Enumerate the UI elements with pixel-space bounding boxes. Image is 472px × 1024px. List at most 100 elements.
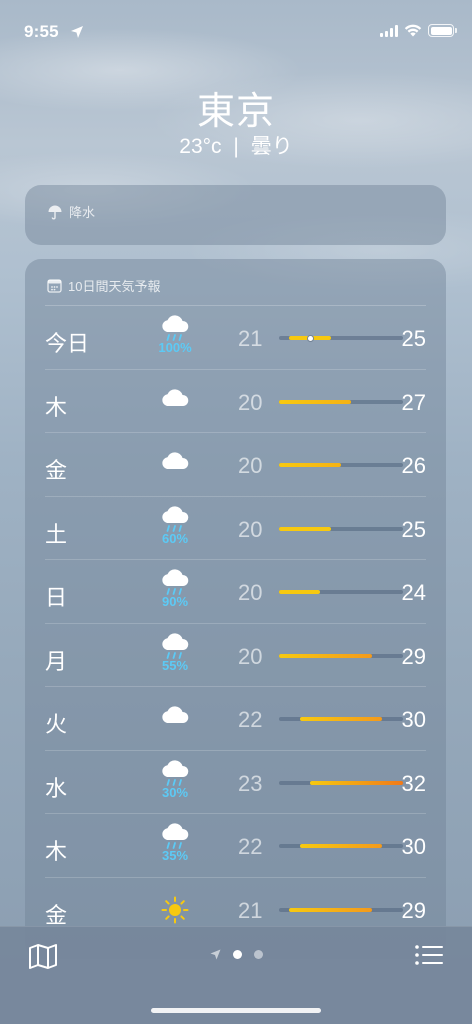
forecast-day: 月 xyxy=(45,648,68,674)
high-temperature: 30 xyxy=(401,707,426,732)
forecast-day: 金 xyxy=(45,902,68,928)
cloud-rain-icon xyxy=(153,568,197,596)
low-temperature: 22 xyxy=(238,707,263,732)
precipitation-card[interactable]: 降水 xyxy=(25,185,446,245)
calendar-icon xyxy=(47,279,62,293)
current-conditions: 23°c | 曇り xyxy=(0,130,472,160)
high-temperature: 29 xyxy=(401,643,426,669)
low-temperature: 22 xyxy=(238,834,263,859)
cloud-rain-icon xyxy=(153,759,197,787)
forecast-title: 10日間天気予報 xyxy=(68,279,161,294)
temperature-range-fill xyxy=(279,653,372,658)
current-temperature: 23°c xyxy=(179,135,222,158)
cloud-icon xyxy=(153,388,197,410)
current-location-arrow-icon xyxy=(210,949,220,960)
battery-icon xyxy=(428,24,457,37)
forecast-weather xyxy=(153,896,197,924)
status-bar: 9:55 xyxy=(0,0,472,54)
forecast-day: 土 xyxy=(45,521,68,547)
conditions-separator: | xyxy=(233,135,239,158)
temperature-range-fill xyxy=(299,844,383,848)
forecast-weather xyxy=(153,451,197,473)
forecast-row[interactable]: 水 30% 23 32 xyxy=(45,751,426,814)
high-temperature: 30 xyxy=(401,834,426,859)
city-name: 東京 xyxy=(196,91,275,133)
list-icon[interactable] xyxy=(414,943,444,967)
sun-icon xyxy=(153,896,197,924)
low-temperature: 20 xyxy=(238,453,263,478)
temperature-range-bar xyxy=(279,717,403,721)
forecast-row[interactable]: 木 20 27 xyxy=(45,370,426,433)
high-temperature: 26 xyxy=(401,453,426,478)
temperature-range-fill xyxy=(299,717,383,721)
high-temperature: 25 xyxy=(401,516,426,542)
precipitation-probability: 55% xyxy=(161,657,189,673)
forecast-weather xyxy=(153,705,197,727)
forecast-row[interactable]: 火 22 30 xyxy=(45,687,426,751)
forecast-day: 水 xyxy=(45,775,68,801)
forecast-weather: 30% xyxy=(153,759,197,800)
precipitation-probability: 90% xyxy=(161,594,189,609)
forecast-weather: 55% xyxy=(153,632,197,673)
forecast-weather xyxy=(153,388,197,410)
forecast-row[interactable]: 金 20 26 xyxy=(45,433,426,497)
status-indicators xyxy=(380,24,457,37)
temperature-range-bar xyxy=(279,907,403,912)
low-temperature: 20 xyxy=(238,643,263,669)
temperature-range-bar xyxy=(279,653,403,658)
high-temperature: 24 xyxy=(401,580,426,605)
temperature-range-fill xyxy=(310,780,403,785)
precipitation-probability: 35% xyxy=(161,848,189,863)
temperature-range-bar xyxy=(279,590,403,594)
temperature-range-bar xyxy=(279,463,403,467)
forecast-weather: 60% xyxy=(153,505,197,546)
high-temperature: 29 xyxy=(401,897,426,923)
wifi-icon xyxy=(404,24,422,37)
temperature-range-bar xyxy=(279,526,403,531)
temperature-range-fill xyxy=(289,907,372,912)
forecast-row[interactable]: 土 60% 20 25 xyxy=(45,497,426,560)
precipitation-title: 降水 xyxy=(69,205,96,220)
temperature-range-fill xyxy=(279,463,341,467)
forecast-day: 火 xyxy=(45,712,68,737)
cellular-signal-icon xyxy=(380,24,398,37)
high-temperature: 25 xyxy=(401,326,426,351)
cloud-rain-icon xyxy=(153,314,197,342)
forecast-card-header: 10日間天気予報 xyxy=(25,259,446,295)
temperature-range-bar xyxy=(279,399,403,404)
temperature-range-bar xyxy=(279,334,403,342)
cloud-rain-icon xyxy=(153,505,197,533)
forecast-row[interactable]: 月 55% 20 29 xyxy=(45,624,426,687)
ten-day-forecast-card[interactable]: 10日間天気予報 今日 100% 21 25 木 20 27 金 20 26 土 60% 20 25 日 90… xyxy=(25,259,446,959)
low-temperature: 20 xyxy=(238,580,263,605)
forecast-row[interactable]: 今日 100% 21 25 xyxy=(45,306,426,370)
forecast-row[interactable]: 日 90% 20 24 xyxy=(45,560,426,624)
precipitation-probability: 30% xyxy=(161,784,189,800)
precipitation-probability: 100% xyxy=(158,340,192,355)
forecast-day: 金 xyxy=(45,458,68,483)
home-indicator[interactable] xyxy=(151,1008,321,1013)
cloud-icon xyxy=(153,705,197,727)
page-indicator[interactable] xyxy=(0,949,472,960)
forecast-row[interactable]: 木 35% 22 30 xyxy=(45,814,426,878)
temperature-range-fill xyxy=(279,590,321,594)
low-temperature: 21 xyxy=(238,897,263,923)
status-time: 9:55 xyxy=(24,22,59,41)
page-dot[interactable] xyxy=(253,950,263,959)
umbrella-icon xyxy=(48,205,62,219)
current-temperature-marker xyxy=(306,334,314,342)
forecast-weather: 90% xyxy=(153,568,197,609)
location-arrow-icon xyxy=(71,26,83,38)
low-temperature: 21 xyxy=(238,326,263,351)
forecast-weather: 35% xyxy=(153,822,197,863)
page-dot-active[interactable] xyxy=(232,950,242,959)
precipitation-card-header: 降水 xyxy=(25,185,446,221)
low-temperature: 20 xyxy=(238,516,263,542)
current-condition: 曇り xyxy=(250,135,293,158)
forecast-day: 木 xyxy=(45,394,68,420)
low-temperature: 20 xyxy=(238,389,263,415)
forecast-weather: 100% xyxy=(153,314,197,355)
temperature-range-fill xyxy=(279,526,331,531)
temperature-range-bar xyxy=(279,780,403,785)
temperature-range-fill xyxy=(279,399,352,404)
